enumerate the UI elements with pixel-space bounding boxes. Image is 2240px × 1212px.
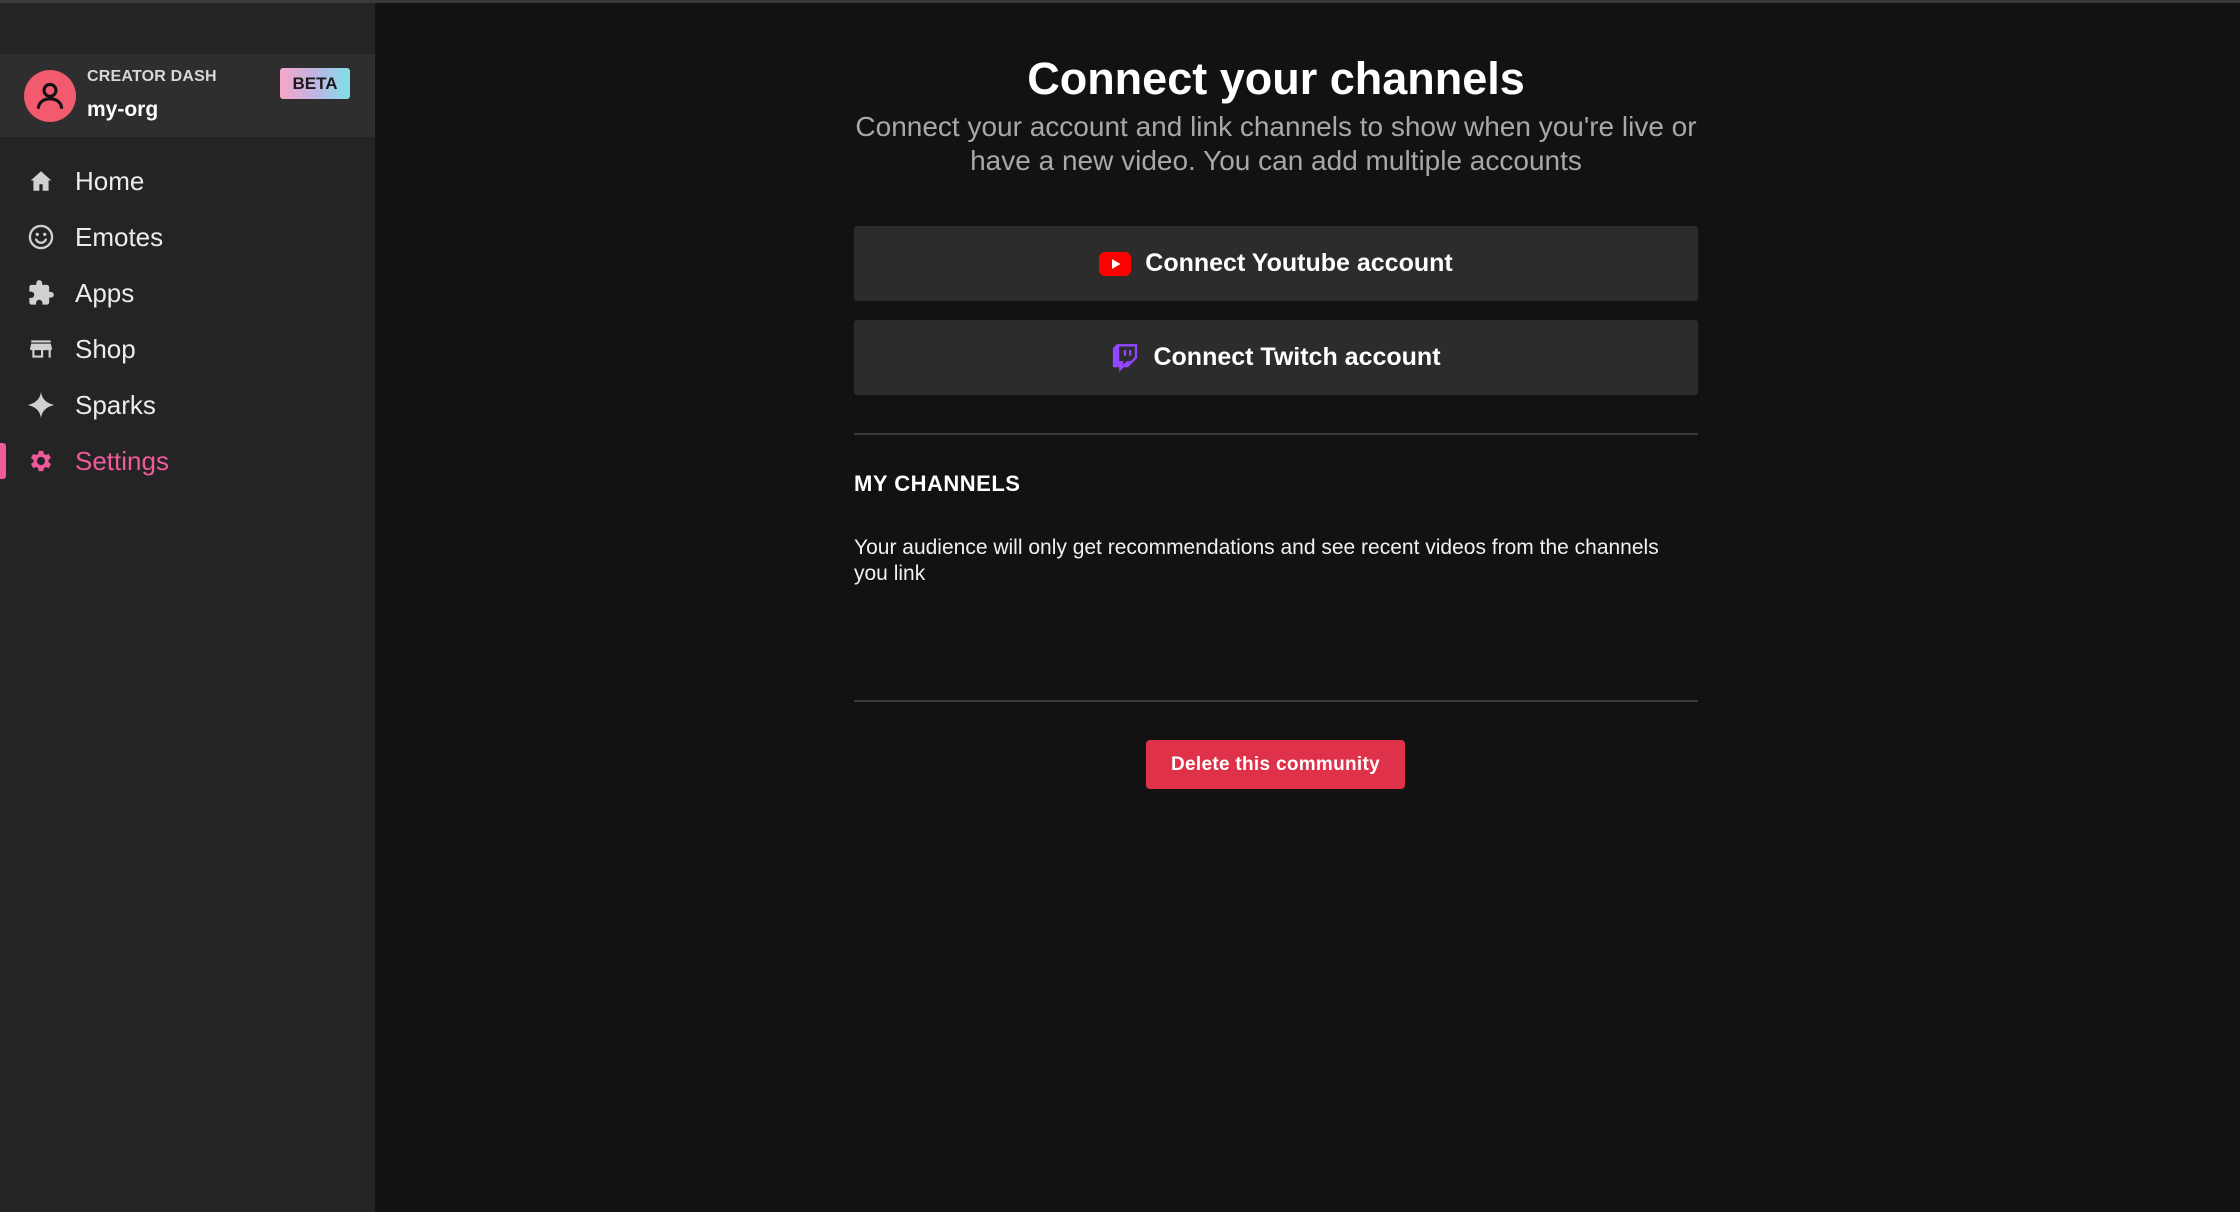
sidebar-nav: Home Emotes Apps Shop Sparks Settings	[0, 153, 375, 489]
twitch-icon	[1111, 343, 1139, 373]
connect-youtube-label: Connect Youtube account	[1145, 249, 1453, 277]
beta-badge: BETA	[280, 68, 350, 99]
user-icon	[36, 82, 64, 109]
page-subtitle: Connect your account and link channels t…	[855, 111, 1697, 176]
sidebar-item-label: Sparks	[75, 389, 156, 420]
divider	[854, 433, 1698, 435]
main-content: Connect your channels Connect your accou…	[375, 3, 2240, 1212]
active-indicator	[0, 443, 6, 479]
org-switcher[interactable]: CREATOR DASH my-org BETA	[0, 54, 375, 137]
sidebar-item-sparks[interactable]: Sparks	[0, 377, 375, 433]
sidebar: CREATOR DASH my-org BETA Home Emotes App…	[0, 3, 375, 1212]
delete-community-button[interactable]: Delete this community	[1146, 740, 1405, 789]
divider	[854, 700, 1698, 702]
sidebar-item-label: Emotes	[75, 221, 164, 252]
org-name: my-org	[87, 98, 159, 121]
smiley-icon	[26, 223, 56, 251]
my-channels-heading: MY CHANNELS	[854, 471, 1021, 496]
org-label: CREATOR DASH	[87, 68, 217, 85]
my-channels-description: Your audience will only get recommendati…	[854, 536, 1659, 585]
sparkle-icon	[26, 391, 56, 419]
page-title: Connect your channels	[1027, 53, 1525, 104]
connect-youtube-button[interactable]: Connect Youtube account	[854, 226, 1698, 301]
connect-twitch-button[interactable]: Connect Twitch account	[854, 320, 1698, 395]
sidebar-item-emotes[interactable]: Emotes	[0, 209, 375, 265]
youtube-icon	[1099, 251, 1132, 276]
sidebar-item-shop[interactable]: Shop	[0, 321, 375, 377]
gear-icon	[26, 447, 56, 475]
sidebar-item-home[interactable]: Home	[0, 153, 375, 209]
avatar	[24, 70, 76, 122]
sidebar-item-label: Shop	[75, 333, 136, 364]
sidebar-item-apps[interactable]: Apps	[0, 265, 375, 321]
sidebar-item-settings[interactable]: Settings	[0, 433, 375, 489]
puzzle-icon	[26, 279, 56, 307]
sidebar-item-label: Home	[75, 165, 145, 196]
home-icon	[26, 167, 56, 195]
store-icon	[26, 335, 56, 363]
connect-twitch-label: Connect Twitch account	[1153, 343, 1441, 371]
sidebar-item-label: Settings	[75, 445, 169, 476]
sidebar-item-label: Apps	[75, 277, 135, 308]
